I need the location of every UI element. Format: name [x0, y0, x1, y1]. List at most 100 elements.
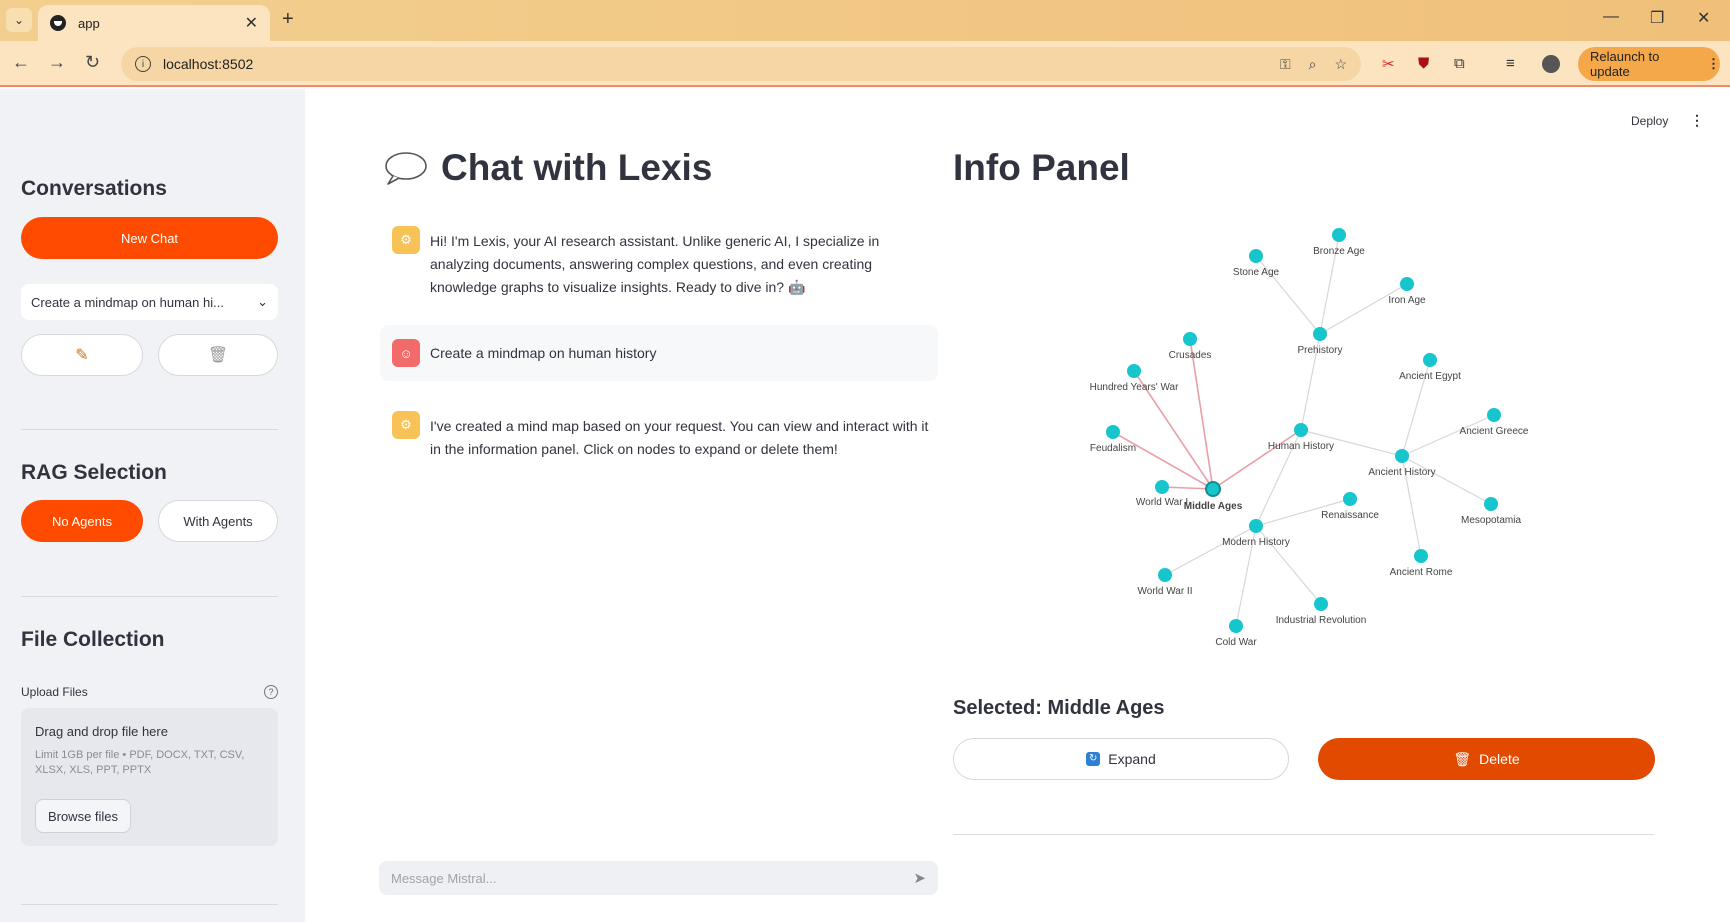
graph-node[interactable]: Ancient History [1368, 449, 1436, 478]
graph-node-circle[interactable] [1400, 277, 1414, 291]
browser-tab[interactable]: app ✕ [38, 5, 270, 41]
expand-label: Expand [1108, 751, 1156, 767]
graph-node-label: Ancient Egypt [1399, 371, 1461, 382]
graph-node[interactable]: Industrial Revolution [1276, 597, 1367, 626]
extension-scissors-icon[interactable]: ✂ [1382, 55, 1395, 73]
help-icon[interactable]: ? [264, 685, 278, 699]
graph-node[interactable]: Ancient Greece [1460, 408, 1529, 437]
media-control-icon[interactable]: ≡ [1506, 55, 1515, 72]
relaunch-button[interactable]: Relaunch to update ⋮ [1578, 47, 1720, 81]
graph-node-circle[interactable] [1249, 249, 1263, 263]
graph-node-label: Renaissance [1321, 510, 1379, 521]
refresh-icon: ↻ [1086, 752, 1101, 766]
graph-node-label: Stone Age [1233, 267, 1280, 278]
restore-icon[interactable]: ❐ [1650, 8, 1664, 28]
graph-node[interactable]: Human History [1268, 423, 1334, 452]
minimize-icon[interactable]: — [1603, 8, 1619, 26]
graph-node-circle[interactable] [1414, 549, 1428, 563]
graph-node[interactable]: Cold War [1215, 619, 1257, 648]
back-icon[interactable]: ← [12, 52, 30, 73]
zoom-icon[interactable]: ⌕ [1309, 56, 1317, 73]
graph-node-circle[interactable] [1127, 364, 1141, 378]
graph-node-circle[interactable] [1155, 480, 1169, 494]
graph-node-circle[interactable] [1484, 497, 1498, 511]
graph-node[interactable]: Mesopotamia [1461, 497, 1521, 526]
graph-node-circle[interactable] [1249, 519, 1263, 533]
graph-node-circle[interactable] [1313, 327, 1327, 341]
graph-node[interactable]: World War II [1137, 568, 1193, 597]
address-bar[interactable]: i localhost:8502 ⚿ ⌕ ☆ [121, 47, 1361, 81]
graph-node-label: Hundred Years' War [1090, 382, 1179, 393]
rename-conversation-button[interactable]: ✎ [21, 334, 143, 376]
conversation-select[interactable]: Create a mindmap on human hi... ⌄ [21, 284, 278, 320]
with-agents-button[interactable]: With Agents [158, 500, 278, 542]
streamlit-favicon-icon [50, 15, 66, 31]
chat-input-box[interactable]: ➤ [379, 861, 938, 895]
delete-conversation-button[interactable]: 🗑 [158, 334, 278, 376]
tab-search-button[interactable]: ⌄ [6, 8, 32, 32]
bookmark-star-icon[interactable]: ☆ [1334, 56, 1347, 73]
graph-node[interactable]: Hundred Years' War [1090, 364, 1179, 393]
graph-node-circle[interactable] [1229, 619, 1243, 633]
graph-node-label: World War I [1136, 497, 1188, 508]
graph-node[interactable]: Prehistory [1297, 327, 1343, 356]
new-chat-button[interactable]: New Chat [21, 217, 278, 259]
graph-node-circle[interactable] [1423, 353, 1437, 367]
extensions-puzzle-icon[interactable]: ⧉ [1454, 55, 1465, 72]
graph-node-circle[interactable] [1487, 408, 1501, 422]
chevron-down-icon: ⌄ [257, 294, 268, 309]
graph-node-circle[interactable] [1205, 481, 1221, 497]
chat-title: Chat with Lexis [441, 147, 713, 188]
password-key-icon[interactable]: ⚿ [1280, 56, 1291, 73]
mindmap-graph[interactable]: Bronze Age Stone Age Iron Age Prehistory Cru… [1000, 200, 1620, 670]
graph-node[interactable]: Renaissance [1321, 492, 1379, 521]
graph-node-circle[interactable] [1343, 492, 1357, 506]
file-dropzone[interactable]: Drag and drop file here Limit 1GB per fi… [21, 708, 278, 846]
graph-node-label: Cold War [1215, 637, 1257, 648]
close-icon[interactable]: ✕ [245, 13, 258, 33]
forward-icon[interactable]: → [48, 52, 66, 73]
divider [21, 429, 278, 430]
graph-node[interactable]: Middle Ages [1184, 481, 1243, 512]
user-message: ☺ Create a mindmap on human history [380, 325, 938, 381]
delete-button[interactable]: 🗑 Delete [1318, 738, 1655, 780]
pencil-icon: ✎ [75, 347, 89, 364]
graph-node[interactable]: Ancient Rome [1390, 549, 1453, 578]
browse-files-button[interactable]: Browse files [35, 799, 131, 833]
graph-node[interactable]: Feudalism [1090, 425, 1136, 454]
bot-avatar-icon: ⚙ [392, 411, 420, 439]
main-menu-icon[interactable]: ⋮ [1690, 112, 1704, 129]
graph-node[interactable]: Modern History [1222, 519, 1290, 548]
graph-node-label: Industrial Revolution [1276, 615, 1367, 626]
send-icon[interactable]: ➤ [913, 869, 926, 887]
graph-node-circle[interactable] [1395, 449, 1409, 463]
graph-node-circle[interactable] [1314, 597, 1328, 611]
no-agents-button[interactable]: No Agents [21, 500, 143, 542]
graph-node[interactable]: Bronze Age [1313, 228, 1365, 257]
profile-avatar[interactable] [1542, 55, 1560, 73]
graph-node[interactable]: World War I [1136, 480, 1188, 508]
graph-node[interactable]: Ancient Egypt [1399, 353, 1461, 382]
divider [953, 834, 1654, 835]
graph-node-circle[interactable] [1158, 568, 1172, 582]
graph-node-label: Mesopotamia [1461, 515, 1521, 526]
site-info-icon[interactable]: i [135, 56, 151, 72]
graph-node-circle[interactable] [1183, 332, 1197, 346]
graph-node-label: Ancient Greece [1460, 426, 1529, 437]
file-collection-heading: File Collection [21, 628, 165, 651]
graph-node-circle[interactable] [1106, 425, 1120, 439]
graph-node-label: Ancient History [1368, 467, 1435, 478]
reload-icon[interactable]: ↻ [85, 52, 100, 73]
graph-node-circle[interactable] [1294, 423, 1308, 437]
window-close-icon[interactable]: ✕ [1697, 8, 1710, 28]
browser-tabbar: ⌄ app ✕ + — ❐ ✕ [0, 0, 1730, 41]
graph-node[interactable]: Crusades [1169, 332, 1212, 361]
graph-node-circle[interactable] [1332, 228, 1346, 242]
graph-edge [1189, 338, 1214, 490]
ublock-shield-icon[interactable]: ⛊ [1418, 55, 1429, 72]
deploy-button[interactable]: Deploy [1631, 114, 1668, 128]
new-tab-icon[interactable]: + [282, 8, 294, 31]
message-input[interactable] [391, 870, 914, 886]
graph-node[interactable]: Stone Age [1233, 249, 1280, 278]
expand-button[interactable]: ↻ Expand [953, 738, 1289, 780]
